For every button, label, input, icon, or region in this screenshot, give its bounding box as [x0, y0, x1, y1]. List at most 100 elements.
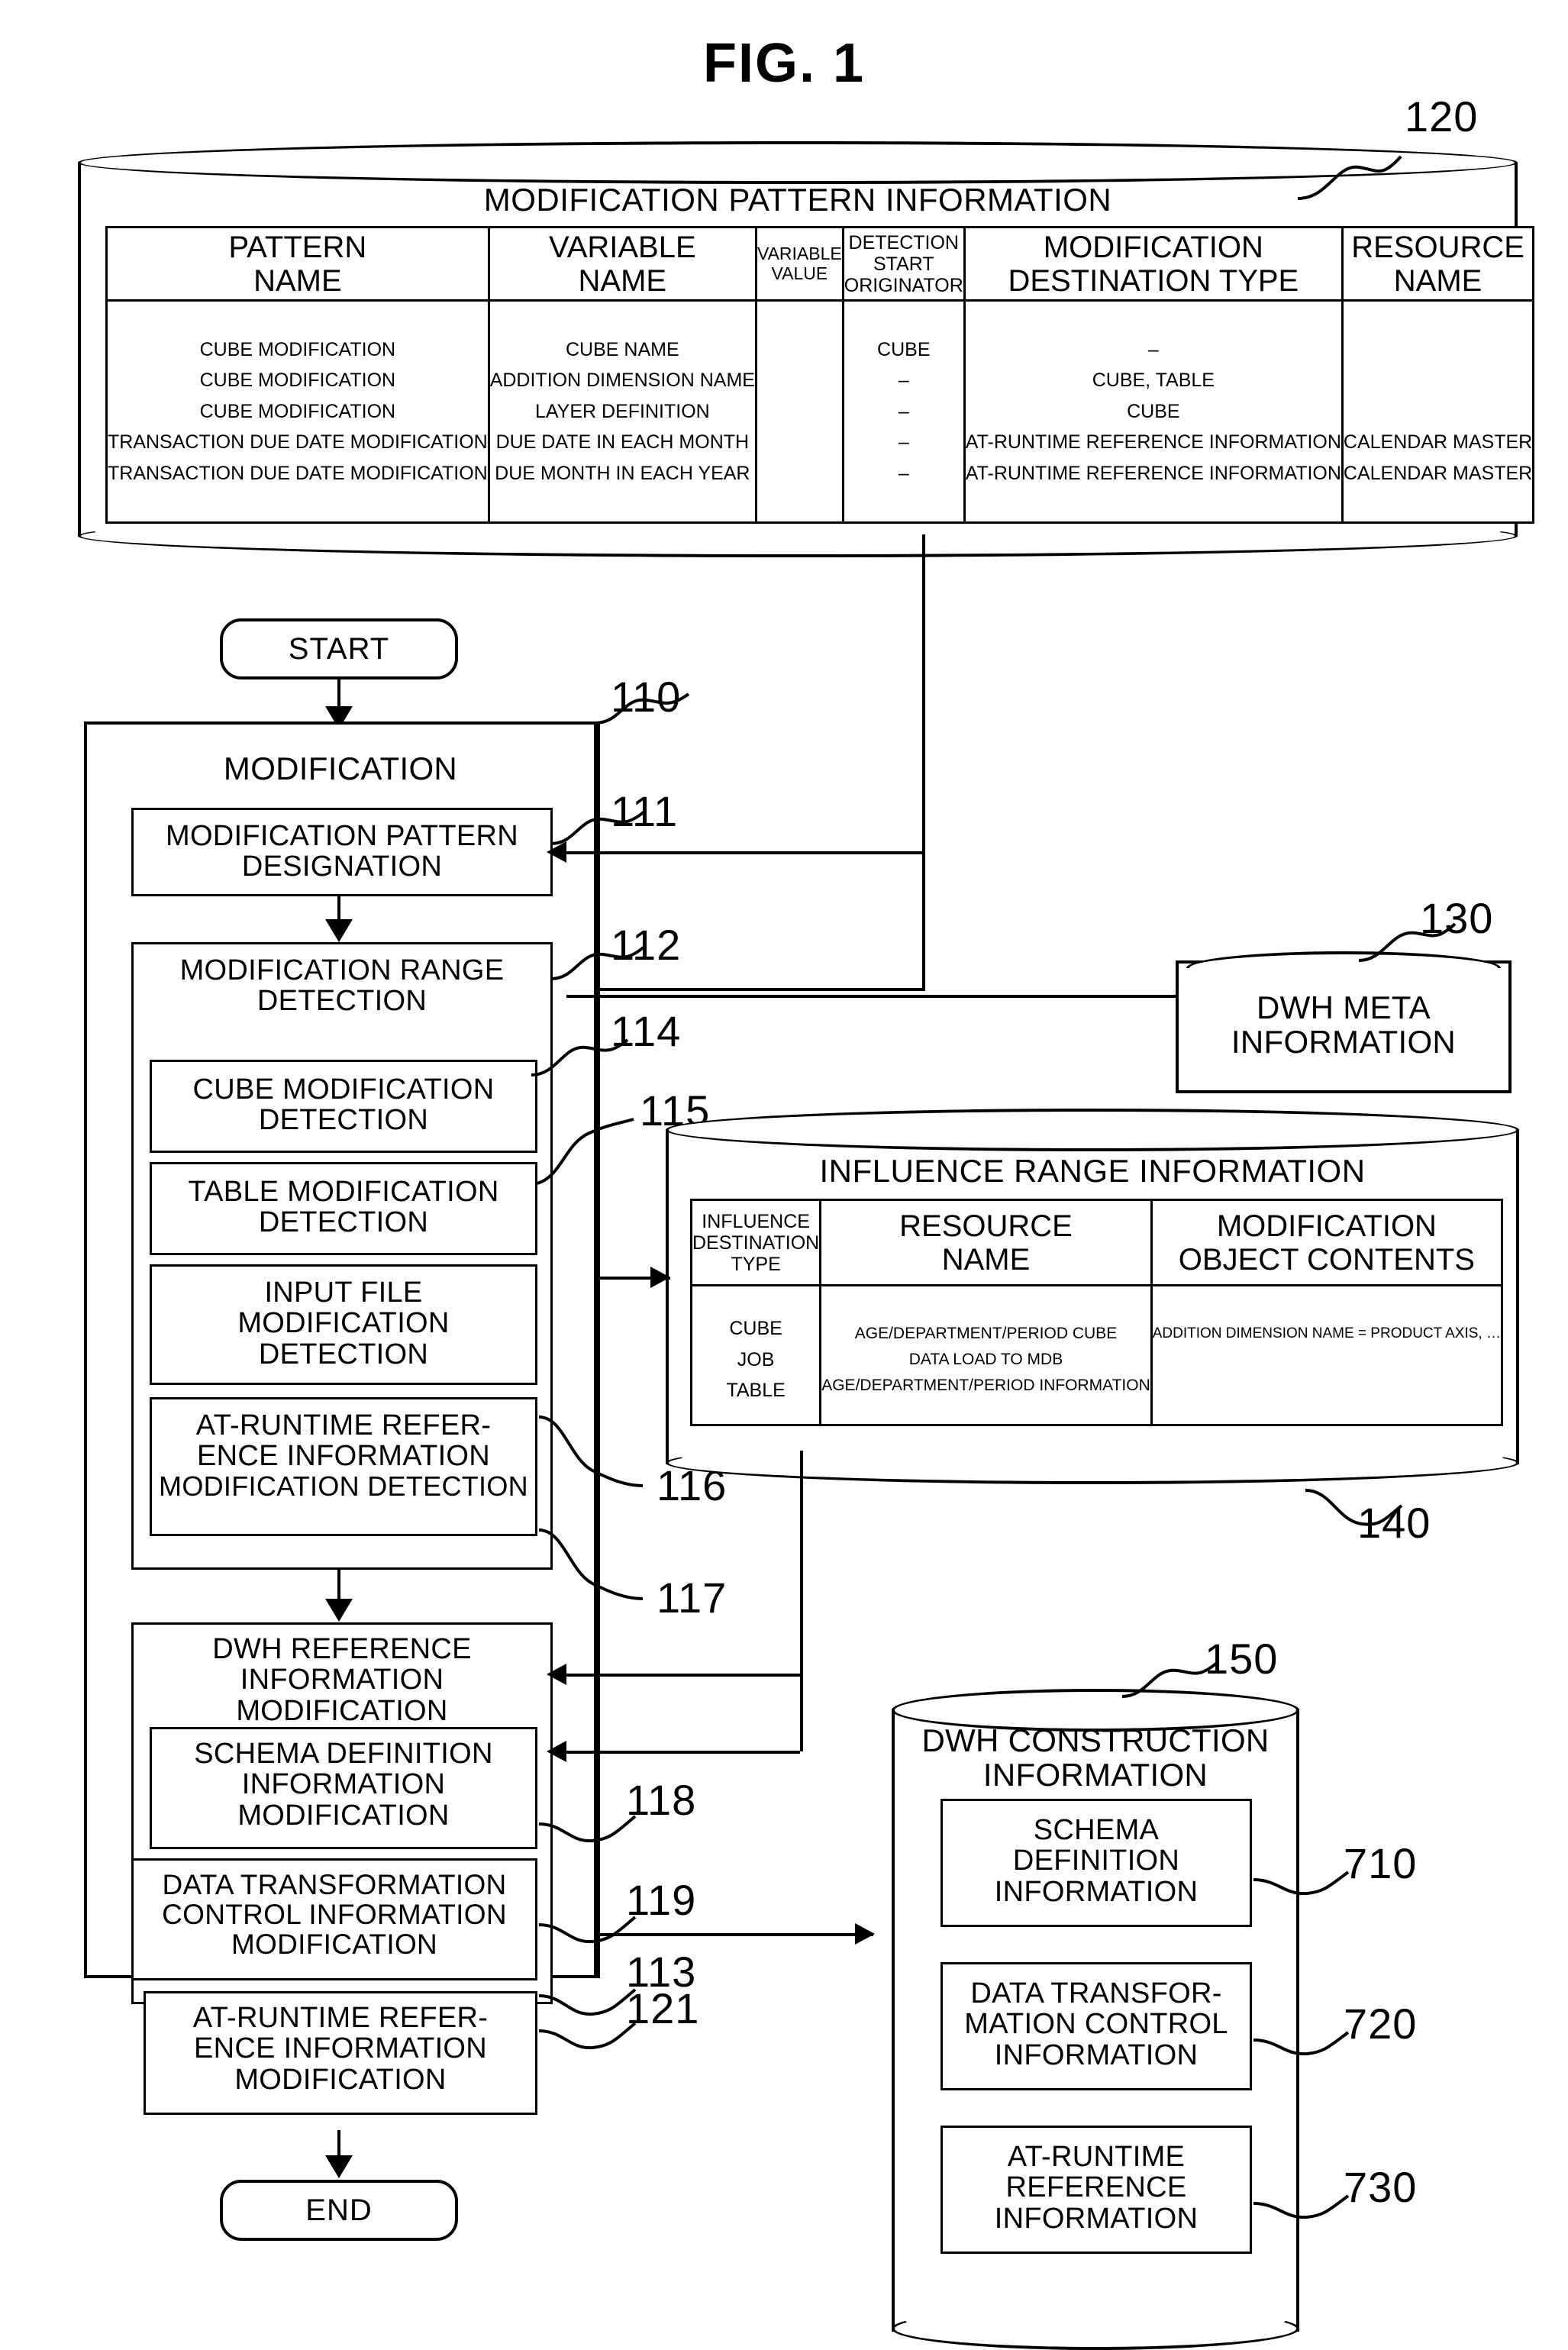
right-bus-line — [597, 721, 600, 1978]
connector-120-to-111-horizontal — [566, 851, 925, 854]
ref-number-710: 710 — [1344, 1839, 1418, 1887]
step-113-line1: DWH REFERENCE — [212, 1633, 472, 1665]
cell-resource-name: CALENDAR MASTER CALENDAR MASTER — [1341, 299, 1535, 524]
substep-at-runtime-reference-information-modification-detection: AT-RUNTIME REFER- ENCE INFORMATION MODIF… — [150, 1397, 537, 1536]
table-body-row: CUBE JOB TABLE AGE/DEPARTMENT/PERIOD CUB… — [689, 1284, 1504, 1426]
cell-modification-object-contents: ADDITION DIMENSION NAME = PRODUCT AXIS, … — [1150, 1284, 1504, 1426]
connector-dwhmeta-to-114 — [566, 995, 1192, 998]
substep-schema-definition-information-modification: SCHEMA DEFINITION INFORMATION MODIFICATI… — [150, 1727, 537, 1849]
arrow-113-to-end-head — [325, 2155, 353, 2178]
ref-number-117: 117 — [657, 1574, 728, 1622]
ref-number-118: 118 — [626, 1776, 697, 1824]
step-112-line1: MODIFICATION RANGE — [179, 954, 505, 986]
substep-115-line1: TABLE MODIFICATION — [188, 1176, 499, 1208]
cell-detection-start-originator: CUBE – – – – — [841, 299, 966, 524]
table-header-row: INFLUENCE DESTINATION TYPE RESOURCE NAME… — [689, 1199, 1504, 1286]
step-113-line3: MODIFICATION — [236, 1694, 448, 1727]
ref-number-140: 140 — [1357, 1499, 1431, 1547]
leader-line-120 — [1297, 155, 1402, 200]
cell-pattern-name: CUBE MODIFICATION CUBE MODIFICATION CUBE… — [105, 299, 490, 524]
step-111-line2: DESIGNATION — [241, 851, 443, 883]
substep-116-line3: DETECTION — [258, 1338, 429, 1370]
substep-cube-modification-detection: CUBE MODIFICATION DETECTION — [150, 1060, 537, 1153]
table-header-row: PATTERN NAME VARIABLE NAME VARIABLE VALU… — [105, 226, 1535, 302]
col-modification-object-contents: MODIFICATION OBJECT CONTENTS — [1150, 1199, 1504, 1286]
arrow-into-140 — [650, 1267, 670, 1288]
bus-140-to-113 — [800, 1451, 803, 1751]
dwh-meta-information-store: DWH META INFORMATION — [1176, 951, 1512, 1093]
ref-number-121: 121 — [626, 1984, 700, 2032]
dwh-construction-information-title: DWH CONSTRUCTION INFORMATION — [921, 1722, 1270, 1793]
col-resource-name: RESOURCE NAME — [1341, 226, 1535, 302]
substep-117-line3: MODIFICATION DETECTION — [159, 1470, 528, 1502]
substep-119-line2: CONTROL INFORMATION — [162, 1899, 507, 1931]
ref-number-730: 730 — [1344, 2163, 1418, 2211]
substep-121-line3: MODIFICATION — [234, 2063, 447, 2096]
influence-range-table: INFLUENCE DESTINATION TYPE RESOURCE NAME… — [689, 1199, 1504, 1426]
dwh-meta-information-label: DWH META INFORMATION — [1231, 989, 1457, 1060]
cell-variable-value — [754, 299, 844, 524]
step-112-line2: DETECTION — [256, 985, 427, 1018]
arrow-into-113 — [547, 1664, 566, 1685]
cell-modification-destination-type: – CUBE, TABLE CUBE AT-RUNTIME REFERENCE … — [963, 299, 1344, 524]
substep-118-line1: SCHEMA DEFINITION — [194, 1738, 493, 1770]
substep-118-line3: MODIFICATION — [237, 1799, 450, 1832]
connector-140-to-118 — [566, 1751, 800, 1754]
cell-influence-destination-type: CUBE JOB TABLE — [689, 1284, 822, 1426]
substep-118-line2: INFORMATION — [241, 1768, 446, 1801]
step-111-line1: MODIFICATION PATTERN — [166, 820, 518, 852]
end-node: END — [220, 2180, 458, 2241]
item-schema-definition-information: SCHEMA DEFINITION INFORMATION — [940, 1799, 1252, 1927]
connector-119-to-150 — [597, 1933, 873, 1936]
ref-number-150: 150 — [1205, 1635, 1279, 1683]
substep-119-line3: MODIFICATION — [231, 1929, 438, 1961]
substep-table-modification-detection: TABLE MODIFICATION DETECTION — [150, 1162, 537, 1255]
connector-120-to-112-horizontal — [566, 988, 925, 991]
connector-140-to-113 — [566, 1674, 800, 1677]
ref-number-120: 120 — [1405, 92, 1479, 140]
substep-117-line2: ENCE INFORMATION — [196, 1440, 491, 1473]
arrow-into-118 — [547, 1741, 566, 1762]
substep-119-line1: DATA TRANSFORMATION — [162, 1869, 507, 1900]
col-pattern-name: PATTERN NAME — [105, 226, 490, 302]
arrow-into-150 — [855, 1923, 875, 1945]
col-variable-name: VARIABLE NAME — [487, 226, 757, 302]
ref-number-130: 130 — [1420, 894, 1494, 942]
arrow-into-111 — [547, 841, 566, 863]
arrow-111-to-112-head — [325, 919, 353, 942]
col-influence-destination-type: INFLUENCE DESTINATION TYPE — [689, 1199, 822, 1286]
item-data-transformation-control-information: DATA TRANSFOR- MATION CONTROL INFORMATIO… — [940, 1962, 1252, 2090]
arrow-112-to-113-head — [325, 1599, 353, 1622]
ref-number-110: 110 — [611, 673, 682, 721]
substep-121-line1: AT-RUNTIME REFER- — [192, 2002, 489, 2034]
influence-range-information-title: INFLUENCE RANGE INFORMATION — [819, 1153, 1366, 1189]
substep-115-line2: DETECTION — [258, 1206, 429, 1239]
start-node: START — [220, 618, 458, 679]
substep-input-file-modification-detection: INPUT FILE MODIFICATION DETECTION — [150, 1264, 537, 1385]
cell-variable-name: CUBE NAME ADDITION DIMENSION NAME LAYER … — [487, 299, 757, 524]
modification-pattern-table: PATTERN NAME VARIABLE NAME VARIABLE VALU… — [105, 226, 1535, 524]
col-modification-destination-type: MODIFICATION DESTINATION TYPE — [963, 226, 1344, 302]
figure-title: FIG. 1 — [702, 33, 866, 94]
substep-116-line1: INPUT FILE — [264, 1277, 423, 1309]
item-at-runtime-reference-information: AT-RUNTIME REFERENCE INFORMATION — [940, 2126, 1252, 2254]
substep-data-transformation-control-information-modification: DATA TRANSFORMATION CONTROL INFORMATION … — [131, 1858, 537, 1980]
table-body-row: CUBE MODIFICATION CUBE MODIFICATION CUBE… — [105, 299, 1535, 524]
substep-116-line2: MODIFICATION — [237, 1307, 450, 1340]
col-detection-start-originator: DETECTION START ORIGINATOR — [841, 226, 966, 302]
ref-number-114: 114 — [611, 1007, 682, 1055]
substep-117-line1: AT-RUNTIME REFER- — [195, 1409, 492, 1441]
ref-number-119: 119 — [626, 1876, 697, 1924]
substep-114-line1: CUBE MODIFICATION — [192, 1073, 495, 1106]
substep-at-runtime-reference-information-modification: AT-RUNTIME REFER- ENCE INFORMATION MODIF… — [144, 1991, 537, 2115]
step-modification-pattern-designation: MODIFICATION PATTERN DESIGNATION — [131, 808, 553, 896]
connector-120-to-112 — [922, 534, 925, 989]
ref-number-112: 112 — [611, 921, 682, 969]
col-influence-resource-name: RESOURCE NAME — [819, 1199, 1153, 1286]
substep-121-line2: ENCE INFORMATION — [193, 2032, 488, 2065]
col-variable-value: VARIABLE VALUE — [754, 226, 844, 302]
substep-114-line2: DETECTION — [258, 1104, 429, 1137]
modification-process-title: MODIFICATION — [223, 751, 458, 786]
ref-number-720: 720 — [1344, 2000, 1418, 2048]
step-113-line2: INFORMATION — [240, 1664, 444, 1696]
